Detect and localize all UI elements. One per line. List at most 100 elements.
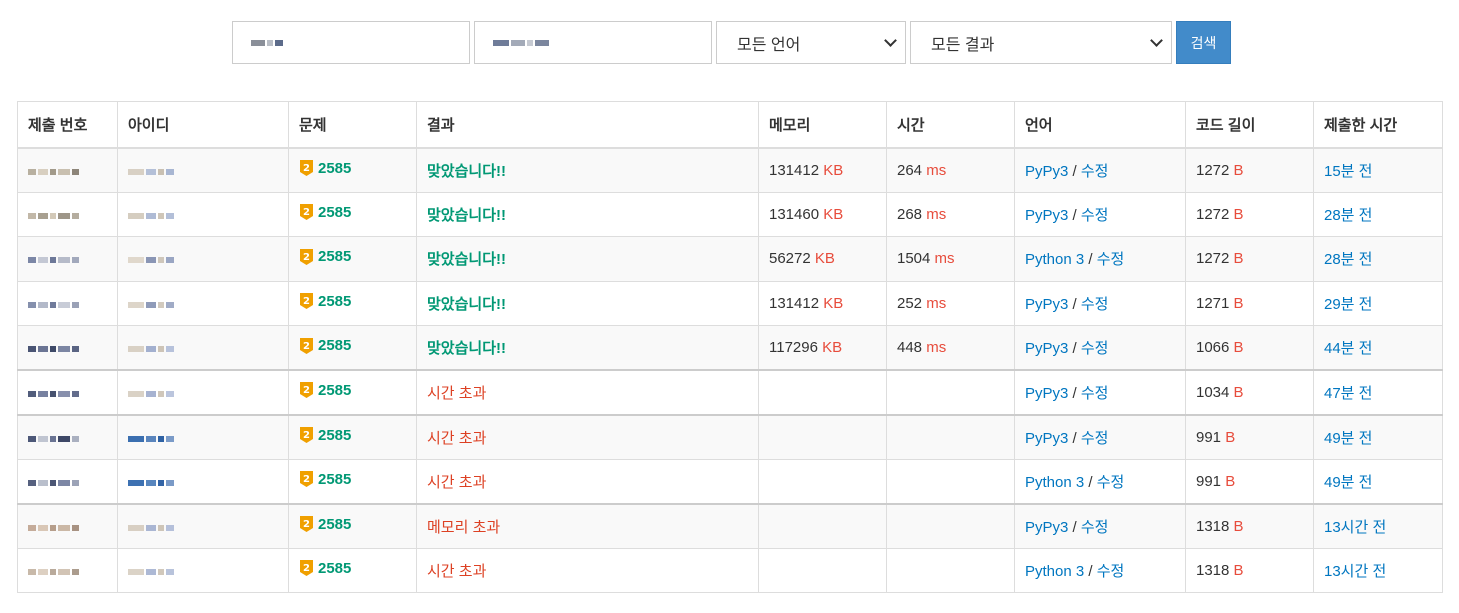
problem-cell[interactable]: 2 2585 xyxy=(288,325,417,371)
memory-value: 131460 xyxy=(769,205,820,223)
submitted-time-link[interactable]: 13시간 전 xyxy=(1324,519,1386,536)
submitted-time-link[interactable]: 13시간 전 xyxy=(1324,563,1386,580)
submitted-time-link[interactable]: 15분 전 xyxy=(1324,163,1372,180)
svg-text:2: 2 xyxy=(303,563,310,574)
language-select[interactable]: 모든 언어 xyxy=(716,21,906,64)
memory-cell xyxy=(758,413,887,460)
user-id-cell[interactable] xyxy=(117,369,289,415)
user-id-cell[interactable] xyxy=(117,413,289,460)
submitted-time-link[interactable]: 44분 전 xyxy=(1324,340,1372,357)
problem-link[interactable]: 2 2585 xyxy=(299,292,351,310)
problem-cell[interactable]: 2 2585 xyxy=(288,280,417,326)
submission-id-cell[interactable] xyxy=(17,325,118,371)
problem-cell[interactable]: 2 2585 xyxy=(288,191,417,237)
submitted-time-link[interactable]: 28분 전 xyxy=(1324,207,1372,224)
language-cell: Python 3 / 수정 xyxy=(1014,458,1186,504)
submission-id-cell[interactable] xyxy=(17,369,118,415)
submission-id-cell[interactable] xyxy=(17,280,118,326)
submission-id-cell[interactable] xyxy=(17,236,118,282)
code-length-cell: 1034 B xyxy=(1185,369,1314,415)
result-text: 시간 초과 xyxy=(427,473,487,491)
edit-link[interactable]: 수정 xyxy=(1097,563,1125,580)
submitted-time-link[interactable]: 29분 전 xyxy=(1324,296,1372,313)
user-id-cell[interactable] xyxy=(117,236,289,282)
edit-link[interactable]: 수정 xyxy=(1081,207,1109,224)
language-link[interactable]: Python 3 xyxy=(1025,474,1084,491)
submitted-time-link[interactable]: 47분 전 xyxy=(1324,385,1372,402)
code-length-unit: B xyxy=(1225,428,1236,446)
user-id-cell[interactable] xyxy=(117,147,289,193)
problem-link[interactable]: 2 2585 xyxy=(299,426,351,444)
edit-link[interactable]: 수정 xyxy=(1081,163,1109,180)
submitted-time-link[interactable]: 49분 전 xyxy=(1324,430,1372,447)
problem-cell[interactable]: 2 2585 xyxy=(288,413,417,460)
submitted-time-link[interactable]: 49분 전 xyxy=(1324,474,1372,491)
language-link[interactable]: PyPy3 xyxy=(1025,207,1068,224)
edit-link[interactable]: 수정 xyxy=(1097,251,1125,268)
edit-link[interactable]: 수정 xyxy=(1081,430,1109,447)
language-link[interactable]: PyPy3 xyxy=(1025,296,1068,313)
submission-id-cell[interactable] xyxy=(17,191,118,237)
problem-link[interactable]: 2 2585 xyxy=(299,559,351,577)
code-length-value: 1272 xyxy=(1196,205,1230,223)
result-cell: 맞았습니다!! xyxy=(416,325,759,371)
problem-cell[interactable]: 2 2585 xyxy=(288,502,417,549)
problem-link[interactable]: 2 2585 xyxy=(299,248,351,266)
language-link[interactable]: PyPy3 xyxy=(1025,340,1068,357)
table-row: 2 2585 시간 초과 PyPy3 / 수정 991 B 49분 전 xyxy=(17,413,1443,460)
submission-id-cell[interactable] xyxy=(17,547,118,593)
user-id-cell[interactable] xyxy=(117,280,289,326)
user-id-cell[interactable] xyxy=(117,547,289,593)
time-unit: ms xyxy=(926,161,947,179)
problem-cell[interactable]: 2 2585 xyxy=(288,369,417,415)
language-cell: Python 3 / 수정 xyxy=(1014,236,1186,282)
problem-link[interactable]: 2 2585 xyxy=(299,515,351,533)
edit-link[interactable]: 수정 xyxy=(1081,296,1109,313)
user-id-cell[interactable] xyxy=(117,458,289,504)
problem-cell[interactable]: 2 2585 xyxy=(288,547,417,593)
user-id-cell[interactable] xyxy=(117,191,289,237)
code-length-cell: 991 B xyxy=(1185,458,1314,504)
submission-id-cell[interactable] xyxy=(17,458,118,504)
problem-link[interactable]: 2 2585 xyxy=(299,159,351,177)
code-length-value: 1034 xyxy=(1196,383,1230,401)
code-length-unit: B xyxy=(1233,294,1244,312)
language-link[interactable]: Python 3 xyxy=(1025,251,1084,268)
search-button[interactable]: 검색 xyxy=(1176,21,1231,64)
language-link[interactable]: Python 3 xyxy=(1025,563,1084,580)
redacted-text xyxy=(28,435,79,442)
code-length-value: 1066 xyxy=(1196,339,1230,356)
submission-id-cell[interactable] xyxy=(17,147,118,193)
problem-link[interactable]: 2 2585 xyxy=(299,381,351,399)
edit-link[interactable]: 수정 xyxy=(1097,474,1125,491)
problem-cell[interactable]: 2 2585 xyxy=(288,236,417,282)
redacted-text xyxy=(128,568,174,575)
submission-id-cell[interactable] xyxy=(17,502,118,549)
redacted-text xyxy=(128,212,174,219)
language-link[interactable]: PyPy3 xyxy=(1025,163,1068,180)
problem-link[interactable]: 2 2585 xyxy=(299,337,351,355)
problem-cell[interactable]: 2 2585 xyxy=(288,147,417,193)
problem-id-input[interactable] xyxy=(474,21,712,64)
column-header-language: 언어 xyxy=(1014,101,1186,149)
language-link[interactable]: PyPy3 xyxy=(1025,430,1068,447)
memory-value: 131412 xyxy=(769,294,820,312)
language-link[interactable]: PyPy3 xyxy=(1025,385,1068,402)
user-id-input[interactable] xyxy=(232,21,470,64)
edit-link[interactable]: 수정 xyxy=(1081,385,1109,402)
user-id-cell[interactable] xyxy=(117,325,289,371)
problem-link[interactable]: 2 2585 xyxy=(299,203,351,221)
result-select[interactable]: 모든 결과 xyxy=(910,21,1172,64)
language-link[interactable]: PyPy3 xyxy=(1025,519,1068,536)
edit-link[interactable]: 수정 xyxy=(1081,519,1109,536)
submission-id-cell[interactable] xyxy=(17,413,118,460)
problem-cell[interactable]: 2 2585 xyxy=(288,458,417,504)
submitted-time-link[interactable]: 28분 전 xyxy=(1324,251,1372,268)
submitted-time-cell: 47분 전 xyxy=(1313,369,1443,415)
redacted-text xyxy=(128,435,174,442)
time-cell: 1504 ms xyxy=(886,236,1015,282)
edit-link[interactable]: 수정 xyxy=(1081,340,1109,357)
silver-tier-badge-icon: 2 xyxy=(300,337,313,354)
problem-link[interactable]: 2 2585 xyxy=(299,470,351,488)
user-id-cell[interactable] xyxy=(117,502,289,549)
